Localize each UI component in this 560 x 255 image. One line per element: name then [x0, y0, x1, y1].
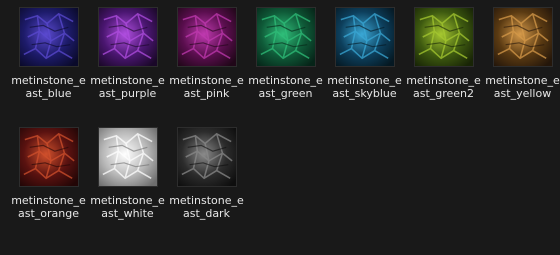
file-grid: metinstone_east_blue metinstone_east_purp…	[9, 3, 560, 243]
file-item[interactable]: metinstone_east_dark	[167, 123, 246, 243]
texture-thumbnail	[413, 7, 474, 67]
texture-thumbnail	[18, 127, 79, 187]
texture-thumbnail	[176, 7, 237, 67]
texture-thumbnail	[176, 127, 237, 187]
file-item[interactable]: metinstone_east_blue	[9, 3, 88, 123]
file-item[interactable]: metinstone_east_purple	[88, 3, 167, 123]
file-item[interactable]: metinstone_east_pink	[167, 3, 246, 123]
texture-thumbnail	[334, 7, 395, 67]
texture-thumbnail	[97, 7, 158, 67]
file-name: metinstone_east_pink	[169, 74, 244, 100]
texture-thumbnail	[255, 7, 316, 67]
file-name: metinstone_east_green2	[406, 74, 481, 100]
file-name: metinstone_east_purple	[90, 74, 165, 100]
file-name: metinstone_east_orange	[11, 194, 86, 220]
file-name: metinstone_east_skyblue	[327, 74, 402, 100]
file-name: metinstone_east_yellow	[485, 74, 560, 100]
file-name: metinstone_east_blue	[11, 74, 86, 100]
file-name: metinstone_east_white	[90, 194, 165, 220]
file-name: metinstone_east_green	[248, 74, 323, 100]
file-name: metinstone_east_dark	[169, 194, 244, 220]
file-item[interactable]: metinstone_east_green	[246, 3, 325, 123]
file-item[interactable]: metinstone_east_green2	[404, 3, 483, 123]
file-item[interactable]: metinstone_east_yellow	[483, 3, 560, 123]
texture-thumbnail	[18, 7, 79, 67]
texture-thumbnail	[492, 7, 553, 67]
texture-thumbnail	[97, 127, 158, 187]
file-item[interactable]: metinstone_east_orange	[9, 123, 88, 243]
file-item[interactable]: metinstone_east_skyblue	[325, 3, 404, 123]
file-item[interactable]: metinstone_east_white	[88, 123, 167, 243]
